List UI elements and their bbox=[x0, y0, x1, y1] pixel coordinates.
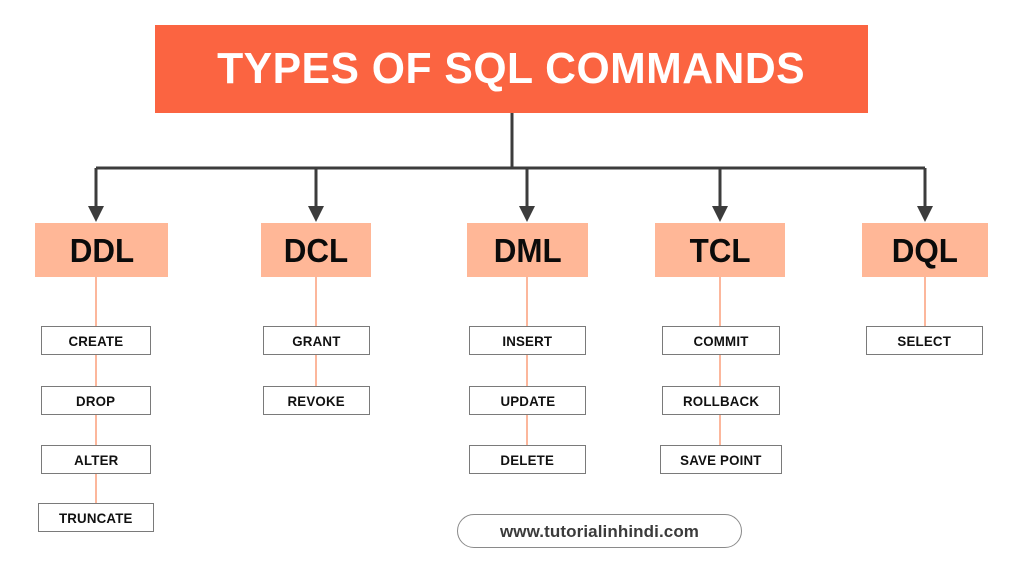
command-box-revoke[interactable]: REVOKE bbox=[263, 386, 370, 415]
category-label: DML bbox=[493, 231, 562, 269]
command-box-commit[interactable]: COMMIT bbox=[662, 326, 780, 355]
category-box-ddl[interactable]: DDL bbox=[35, 223, 168, 277]
command-box-drop[interactable]: DROP bbox=[41, 386, 151, 415]
command-label: CREATE bbox=[68, 332, 124, 349]
command-label: ROLLBACK bbox=[682, 392, 760, 409]
command-box-update[interactable]: UPDATE bbox=[469, 386, 586, 415]
command-box-select[interactable]: SELECT bbox=[866, 326, 983, 355]
website-footer-pill[interactable]: www.tutorialinhindi.com bbox=[457, 514, 742, 548]
command-box-insert[interactable]: INSERT bbox=[469, 326, 586, 355]
command-label: SAVE POINT bbox=[680, 451, 762, 468]
command-label: UPDATE bbox=[500, 392, 555, 409]
command-label: REVOKE bbox=[287, 392, 346, 409]
category-box-dql[interactable]: DQL bbox=[862, 223, 988, 277]
category-box-dcl[interactable]: DCL bbox=[261, 223, 371, 277]
command-label: TRUNCATE bbox=[59, 509, 133, 526]
command-label: DELETE bbox=[500, 451, 555, 468]
command-label: GRANT bbox=[292, 332, 341, 349]
command-label: SELECT bbox=[897, 332, 952, 349]
category-box-tcl[interactable]: TCL bbox=[655, 223, 785, 277]
sql-commands-diagram: TYPES OF SQL COMMANDS DDL DCL DML TCL DQ… bbox=[0, 0, 1024, 576]
command-box-alter[interactable]: ALTER bbox=[41, 445, 151, 474]
command-label: ALTER bbox=[73, 451, 119, 468]
command-box-save-point[interactable]: SAVE POINT bbox=[660, 445, 782, 474]
command-box-delete[interactable]: DELETE bbox=[469, 445, 586, 474]
command-box-rollback[interactable]: ROLLBACK bbox=[662, 386, 780, 415]
page-title: TYPES OF SQL COMMANDS bbox=[217, 44, 806, 93]
command-label: INSERT bbox=[502, 332, 553, 349]
website-url: www.tutorialinhindi.com bbox=[499, 521, 700, 541]
category-label: DCL bbox=[283, 231, 349, 269]
category-label: TCL bbox=[689, 231, 751, 269]
command-box-truncate[interactable]: TRUNCATE bbox=[38, 503, 154, 532]
title-banner: TYPES OF SQL COMMANDS bbox=[155, 25, 868, 113]
category-label: DQL bbox=[891, 231, 959, 269]
command-box-create[interactable]: CREATE bbox=[41, 326, 151, 355]
command-label: COMMIT bbox=[693, 332, 749, 349]
command-label: DROP bbox=[76, 392, 116, 409]
category-box-dml[interactable]: DML bbox=[467, 223, 588, 277]
command-box-grant[interactable]: GRANT bbox=[263, 326, 370, 355]
category-label: DDL bbox=[69, 231, 134, 269]
